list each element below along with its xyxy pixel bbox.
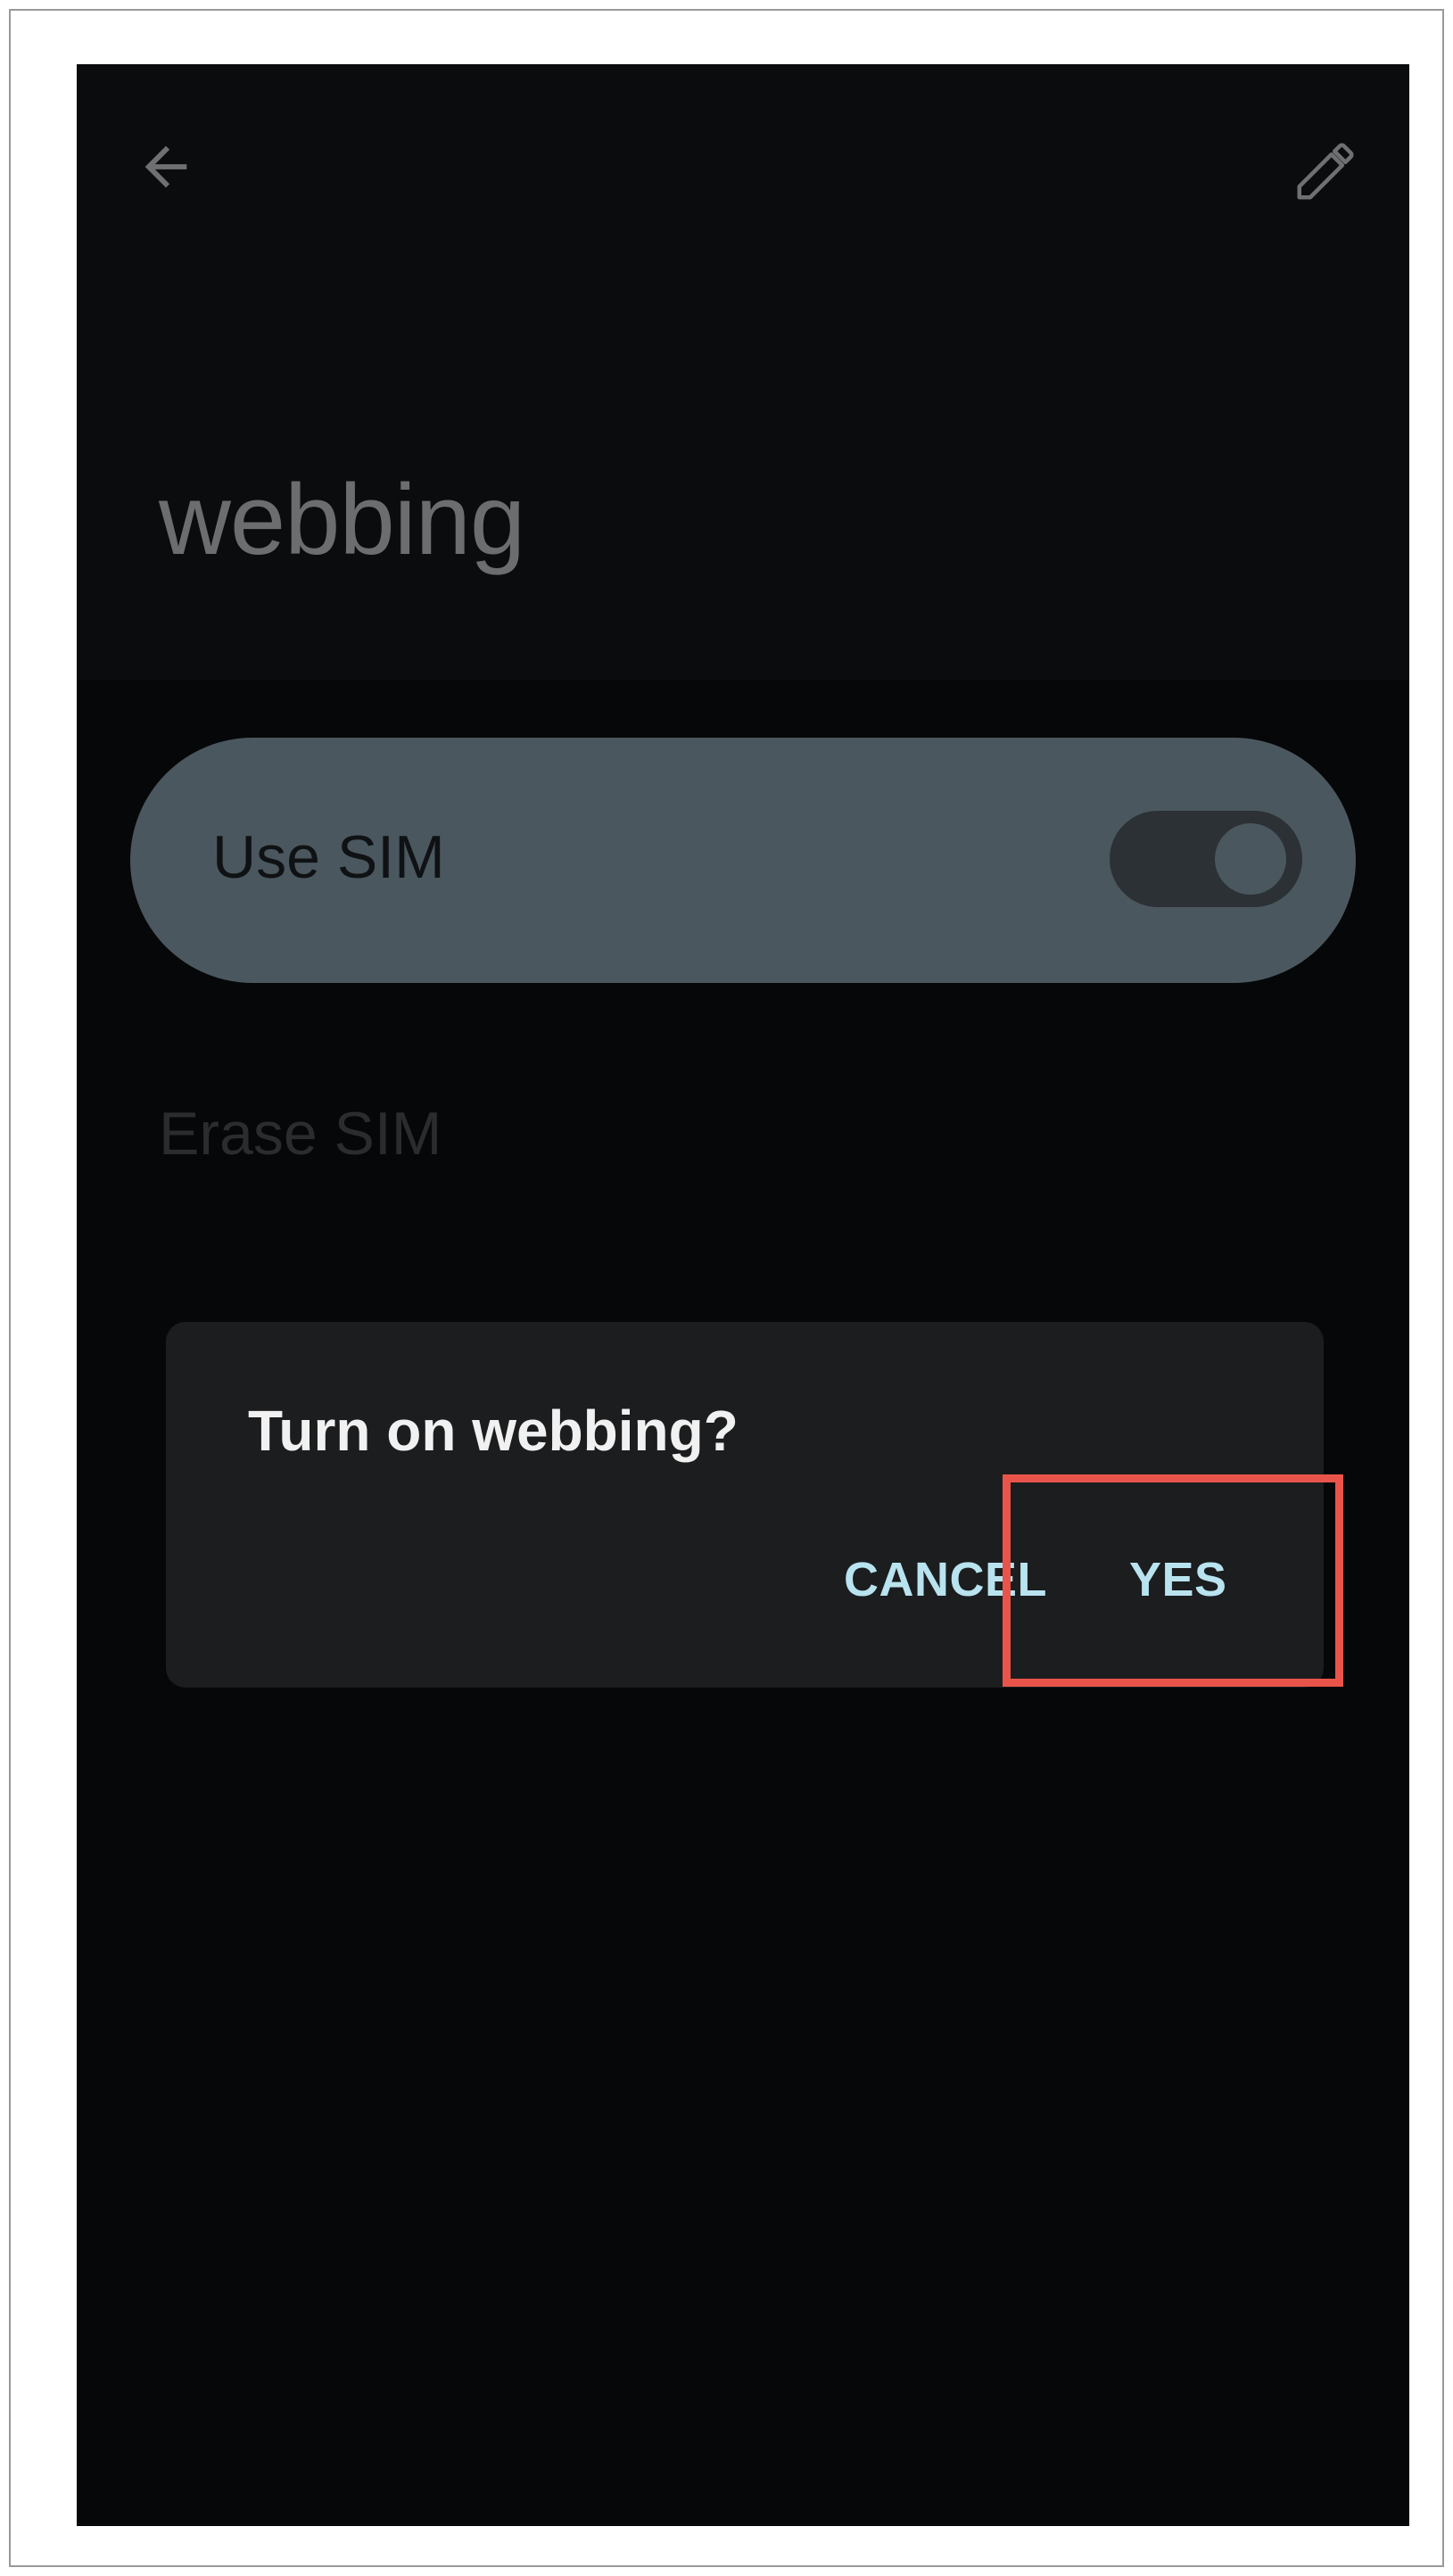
back-button[interactable]	[130, 131, 202, 202]
phone-screen: webbing Use SIM Erase SIM Turn on webbin…	[77, 64, 1409, 2526]
erase-sim-item[interactable]: Erase SIM	[159, 1103, 442, 1164]
page-title: webbing	[159, 464, 525, 575]
toggle-knob	[1215, 823, 1286, 895]
arrow-back-icon	[144, 145, 187, 188]
use-sim-label: Use SIM	[212, 823, 445, 891]
dialog-title: Turn on webbing?	[248, 1399, 739, 1463]
use-sim-row[interactable]: Use SIM	[130, 738, 1356, 983]
yes-button-highlight	[1003, 1474, 1343, 1687]
app-bar: webbing	[77, 64, 1409, 680]
use-sim-toggle[interactable]	[1110, 811, 1302, 907]
edit-button[interactable]	[1285, 131, 1366, 211]
pencil-edit-icon	[1297, 143, 1354, 200]
